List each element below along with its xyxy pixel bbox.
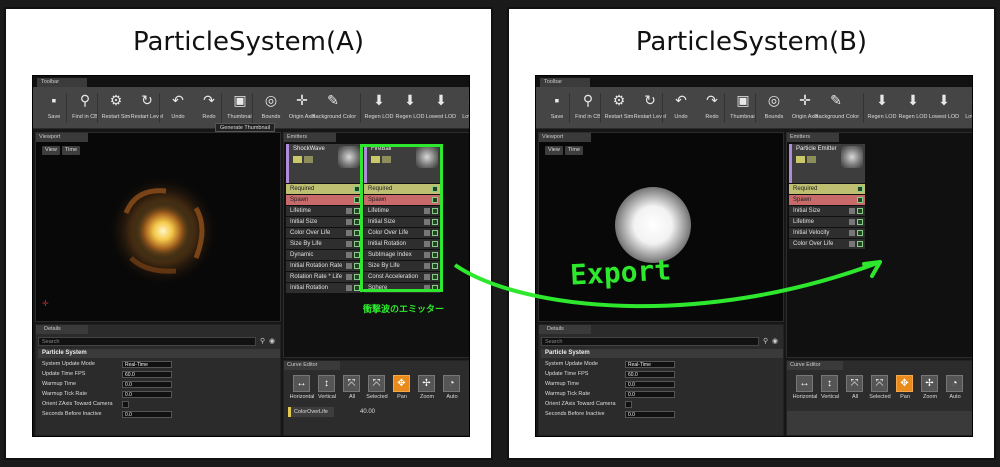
export-arrow xyxy=(453,260,882,309)
export-label: Export xyxy=(569,253,672,292)
